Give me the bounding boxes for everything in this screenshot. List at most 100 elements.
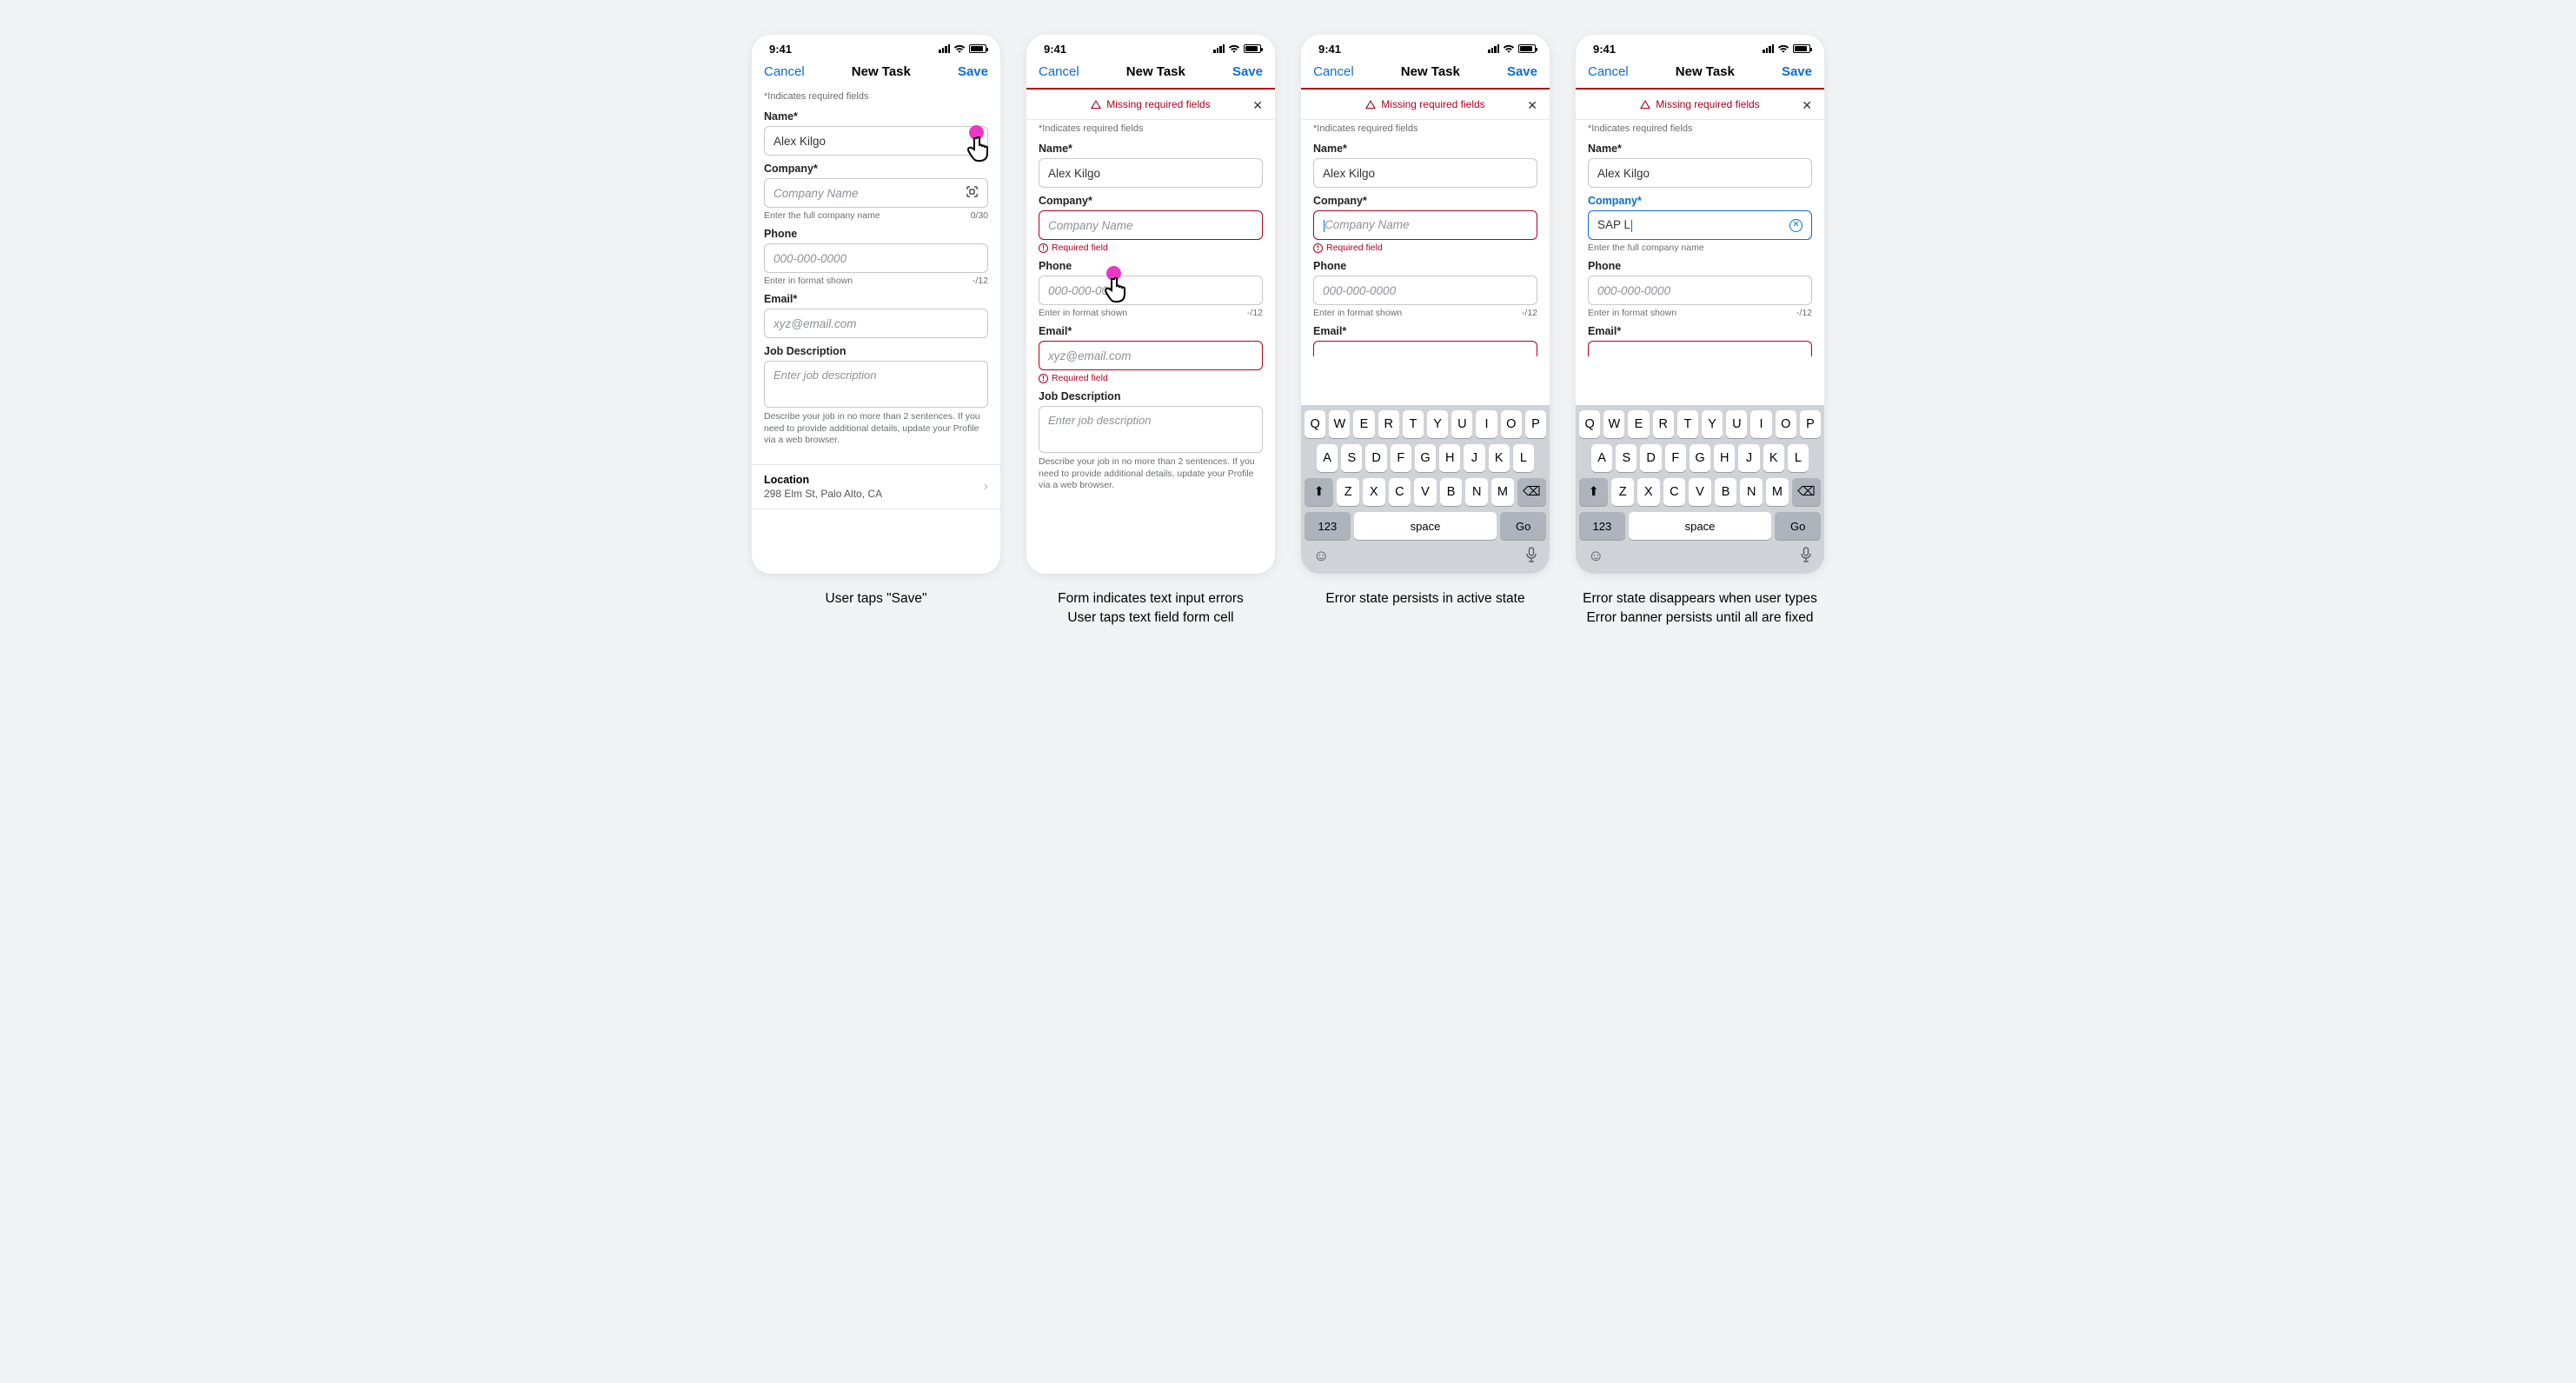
key-t[interactable]: T <box>1677 410 1698 438</box>
key-w[interactable]: W <box>1603 410 1624 438</box>
key-y[interactable]: Y <box>1702 410 1723 438</box>
key-x[interactable]: X <box>1637 478 1660 506</box>
close-icon[interactable]: ✕ <box>1252 98 1263 113</box>
form-scroll[interactable]: *Indicates required fields Name* Alex Ki… <box>752 88 1000 518</box>
cancel-button[interactable]: Cancel <box>1588 64 1629 79</box>
company-input[interactable]: Company Name <box>1313 210 1537 240</box>
company-input[interactable]: Company Name <box>1039 210 1263 240</box>
key-d[interactable]: D <box>1640 444 1661 472</box>
key-u[interactable]: U <box>1726 410 1747 438</box>
key-h[interactable]: H <box>1714 444 1735 472</box>
key-c[interactable]: C <box>1389 478 1411 506</box>
phone-input[interactable]: 000-000-0000 <box>764 243 988 273</box>
key-v[interactable]: V <box>1689 478 1711 506</box>
space-key[interactable]: space <box>1354 512 1497 540</box>
backspace-key[interactable]: ⌫ <box>1792 478 1821 506</box>
key-r[interactable]: R <box>1653 410 1674 438</box>
cancel-button[interactable]: Cancel <box>1039 64 1079 79</box>
key-i[interactable]: I <box>1750 410 1771 438</box>
keyboard[interactable]: Q W E R T Y U I O P A S D F G H <box>1576 405 1824 574</box>
key-t[interactable]: T <box>1403 410 1424 438</box>
email-input[interactable] <box>1588 341 1812 356</box>
key-n[interactable]: N <box>1740 478 1763 506</box>
close-icon[interactable]: ✕ <box>1527 98 1537 113</box>
save-button[interactable]: Save <box>1782 64 1812 79</box>
key-g[interactable]: G <box>1690 444 1710 472</box>
phone-input[interactable]: 000-000-0000 <box>1588 276 1812 305</box>
key-q[interactable]: Q <box>1579 410 1600 438</box>
phone-input[interactable]: 000-000-0000 <box>1313 276 1537 305</box>
emoji-icon[interactable]: ☺ <box>1313 547 1329 567</box>
job-textarea[interactable]: Enter job description <box>764 361 988 408</box>
form-scroll[interactable]: *Indicates required fields Name* Alex Ki… <box>1301 120 1550 370</box>
key-j[interactable]: J <box>1464 444 1484 472</box>
scan-icon[interactable] <box>966 185 979 201</box>
key-z[interactable]: Z <box>1337 478 1359 506</box>
key-d[interactable]: D <box>1365 444 1386 472</box>
go-key[interactable]: Go <box>1500 512 1546 540</box>
mic-icon[interactable] <box>1800 547 1812 567</box>
name-input[interactable]: Alex Kilgo <box>1588 158 1812 188</box>
key-w[interactable]: W <box>1329 410 1350 438</box>
form-scroll[interactable]: *Indicates required fields Name* Alex Ki… <box>1026 120 1275 506</box>
key-p[interactable]: P <box>1525 410 1546 438</box>
mic-icon[interactable] <box>1525 547 1537 567</box>
name-input[interactable]: Alex Kilgo <box>1039 158 1263 188</box>
name-input[interactable]: Alex Kilgo <box>1313 158 1537 188</box>
shift-key[interactable]: ⬆ <box>1579 478 1608 506</box>
key-l[interactable]: L <box>1513 444 1534 472</box>
go-key[interactable]: Go <box>1775 512 1821 540</box>
key-v[interactable]: V <box>1414 478 1437 506</box>
key-z[interactable]: Z <box>1611 478 1634 506</box>
key-u[interactable]: U <box>1451 410 1472 438</box>
email-input[interactable]: xyz@email.com <box>1039 341 1263 370</box>
phone-input[interactable]: 000-000-0000 <box>1039 276 1263 305</box>
save-button[interactable]: Save <box>958 64 988 79</box>
key-y[interactable]: Y <box>1427 410 1448 438</box>
key-p[interactable]: P <box>1800 410 1821 438</box>
space-key[interactable]: space <box>1629 512 1772 540</box>
emoji-icon[interactable]: ☺ <box>1588 547 1603 567</box>
key-h[interactable]: H <box>1439 444 1460 472</box>
key-s[interactable]: S <box>1616 444 1637 472</box>
key-c[interactable]: C <box>1663 478 1686 506</box>
key-s[interactable]: S <box>1341 444 1362 472</box>
key-j[interactable]: J <box>1738 444 1759 472</box>
key-g[interactable]: G <box>1415 444 1436 472</box>
email-input[interactable] <box>1313 341 1537 356</box>
company-input[interactable]: Company Name <box>764 178 988 208</box>
key-b[interactable]: B <box>1715 478 1737 506</box>
key-a[interactable]: A <box>1317 444 1338 472</box>
key-o[interactable]: O <box>1501 410 1522 438</box>
location-cell[interactable]: Location 298 Elm St, Palo Alto, CA › <box>752 464 1000 509</box>
key-e[interactable]: E <box>1353 410 1374 438</box>
key-f[interactable]: F <box>1391 444 1411 472</box>
numbers-key[interactable]: 123 <box>1579 512 1625 540</box>
key-o[interactable]: O <box>1776 410 1796 438</box>
cancel-button[interactable]: Cancel <box>1313 64 1354 79</box>
save-button[interactable]: Save <box>1507 64 1537 79</box>
clear-icon[interactable]: ✕ <box>1789 219 1803 232</box>
key-q[interactable]: Q <box>1305 410 1325 438</box>
key-f[interactable]: F <box>1665 444 1686 472</box>
key-k[interactable]: K <box>1489 444 1510 472</box>
key-b[interactable]: B <box>1440 478 1463 506</box>
key-r[interactable]: R <box>1378 410 1399 438</box>
key-e[interactable]: E <box>1628 410 1649 438</box>
key-a[interactable]: A <box>1591 444 1612 472</box>
key-k[interactable]: K <box>1763 444 1784 472</box>
shift-key[interactable]: ⬆ <box>1305 478 1333 506</box>
job-textarea[interactable]: Enter job description <box>1039 406 1263 453</box>
key-x[interactable]: X <box>1363 478 1385 506</box>
key-l[interactable]: L <box>1788 444 1809 472</box>
close-icon[interactable]: ✕ <box>1802 98 1812 113</box>
save-button[interactable]: Save <box>1232 64 1263 79</box>
company-input[interactable]: SAP L ✕ <box>1588 210 1812 240</box>
backspace-key[interactable]: ⌫ <box>1517 478 1546 506</box>
email-input[interactable]: xyz@email.com <box>764 309 988 338</box>
key-n[interactable]: N <box>1465 478 1488 506</box>
form-scroll[interactable]: *Indicates required fields Name* Alex Ki… <box>1576 120 1824 370</box>
name-input[interactable]: Alex Kilgo <box>764 126 988 156</box>
key-m[interactable]: M <box>1491 478 1514 506</box>
key-m[interactable]: M <box>1766 478 1789 506</box>
